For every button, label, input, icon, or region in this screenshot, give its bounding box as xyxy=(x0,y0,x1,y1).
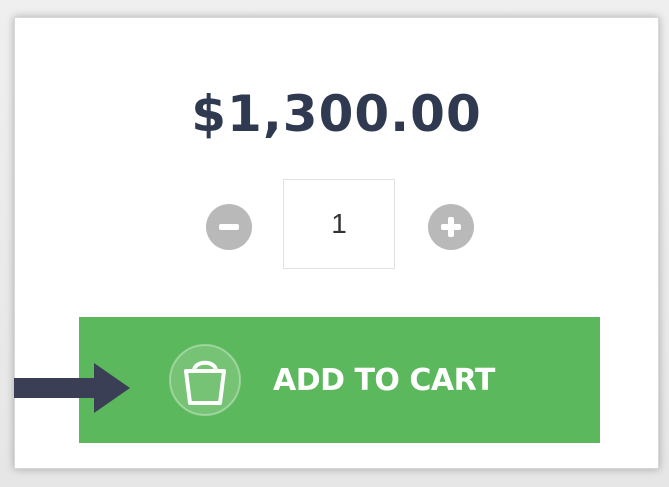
increase-quantity-button[interactable] xyxy=(428,204,474,250)
decrease-quantity-button[interactable] xyxy=(206,204,252,250)
quantity-input[interactable] xyxy=(283,179,395,269)
screenshot-stage: $1,300.00 ADD TO CART xyxy=(0,0,669,487)
arrow-right-icon xyxy=(14,363,130,413)
minus-icon xyxy=(219,224,239,230)
shopping-bag-icon xyxy=(169,344,241,416)
add-to-cart-button[interactable]: ADD TO CART xyxy=(79,317,600,443)
add-to-cart-label: ADD TO CART xyxy=(273,363,495,398)
product-price: $1,300.00 xyxy=(191,85,482,143)
